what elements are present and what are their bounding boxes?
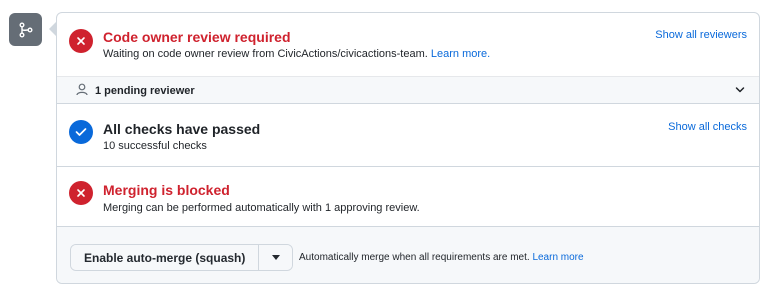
- person-icon: [76, 83, 88, 96]
- auto-merge-note: Automatically merge when all requirement…: [299, 252, 584, 263]
- git-branch-badge: [9, 13, 42, 46]
- merge-method-dropdown-button[interactable]: [259, 245, 293, 270]
- panel-pointer: [49, 22, 56, 36]
- caret-down-icon: [271, 255, 280, 260]
- merge-title: Merging is blocked: [103, 182, 230, 198]
- pending-reviewer-toggle[interactable]: 1 pending reviewer: [57, 76, 759, 104]
- checks-section: All checks have passed 10 successful che…: [57, 105, 759, 166]
- review-description: Waiting on code owner review from CivicA…: [103, 48, 490, 60]
- enable-auto-merge-button[interactable]: Enable auto-merge (squash): [71, 245, 260, 270]
- auto-merge-button-group: Enable auto-merge (squash): [70, 244, 294, 271]
- x-icon: [69, 181, 93, 205]
- git-branch-icon: [19, 22, 32, 37]
- auto-merge-note-text: Automatically merge when all requirement…: [299, 252, 530, 263]
- auto-merge-learn-more-link[interactable]: Learn more: [532, 252, 583, 263]
- checks-title: All checks have passed: [103, 121, 261, 137]
- show-all-reviewers-link[interactable]: Show all reviewers: [655, 29, 747, 41]
- merge-status-panel: Code owner review required Waiting on co…: [56, 12, 760, 284]
- pending-reviewer-label: 1 pending reviewer: [95, 85, 195, 97]
- x-icon: [69, 29, 93, 53]
- checks-description: 10 successful checks: [103, 140, 207, 152]
- review-title: Code owner review required: [103, 29, 291, 45]
- merge-description: Merging can be performed automatically w…: [103, 202, 420, 214]
- merge-blocked-section: Merging is blocked Merging can be perfor…: [57, 167, 759, 226]
- chevron-down-icon: [735, 87, 745, 93]
- merge-footer: Enable auto-merge (squash) Automatically…: [57, 226, 759, 283]
- check-icon: [69, 120, 93, 144]
- show-all-checks-link[interactable]: Show all checks: [668, 121, 747, 133]
- review-learn-more-link[interactable]: Learn more.: [431, 48, 490, 60]
- review-description-text: Waiting on code owner review from CivicA…: [103, 48, 428, 60]
- code-owner-review-section: Code owner review required Waiting on co…: [57, 13, 759, 76]
